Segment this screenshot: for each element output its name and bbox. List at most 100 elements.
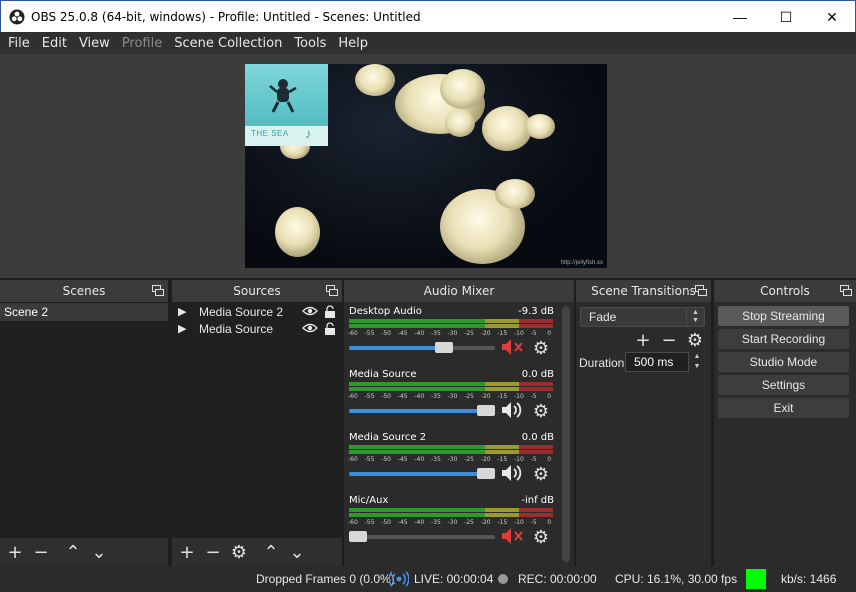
scale-tick-label: -15 — [497, 393, 508, 400]
float-dock-icon[interactable] — [840, 285, 852, 296]
channel-settings-gear-icon[interactable]: ⚙ — [532, 401, 550, 422]
scene-transitions-dock-title: Scene Transitions — [576, 280, 711, 302]
speaker-muted-icon[interactable] — [500, 526, 526, 546]
channel-db-readout: 0.0 dB — [521, 369, 554, 380]
menu-help[interactable]: Help — [332, 36, 374, 51]
float-dock-icon[interactable] — [695, 285, 707, 296]
mixer-scrollbar[interactable] — [562, 306, 570, 562]
scale-tick-label: -60 — [348, 330, 358, 337]
source-item[interactable]: ▶ Media Source 2 — [172, 303, 342, 320]
thumbnail-caption: THE SEA — [251, 129, 289, 138]
speaker-icon[interactable] — [500, 400, 526, 420]
speaker-icon[interactable] — [500, 463, 526, 483]
add-source-button[interactable]: + — [178, 542, 196, 563]
scale-tick-label: 0 — [547, 456, 552, 463]
channel-name: Mic/Aux — [349, 495, 389, 506]
menu-view[interactable]: View — [73, 36, 116, 51]
add-transition-button[interactable]: + — [634, 330, 652, 351]
channel-settings-gear-icon[interactable]: ⚙ — [532, 338, 550, 359]
sources-list[interactable]: ▶ Media Source 2 ▶ Media Source — [172, 302, 342, 538]
sources-title-label: Sources — [233, 284, 281, 298]
channel-name: Media Source — [349, 369, 417, 380]
start-recording-button[interactable]: Start Recording — [718, 329, 849, 349]
scale-tick-label: -50 — [381, 456, 391, 463]
transitions-body: Fade ▲ ▼ + − ⚙ Duration 500 ms ▲ ▼ — [576, 302, 711, 566]
add-scene-button[interactable]: + — [6, 542, 24, 563]
watermark: http://jellyfish.xx — [560, 260, 603, 266]
channel-settings-gear-icon[interactable]: ⚙ — [532, 527, 550, 548]
scale-tick-label: -40 — [414, 330, 425, 337]
duration-spinner[interactable]: ▲ ▼ — [690, 352, 704, 372]
title-bar: OBS 25.0.8 (64-bit, windows) - Profile: … — [0, 0, 856, 32]
minimize-button[interactable]: — — [717, 1, 763, 33]
move-up-button[interactable]: ⌃ — [64, 542, 82, 563]
menu-file[interactable]: File — [2, 36, 36, 51]
float-dock-icon[interactable] — [326, 285, 338, 296]
scale-tick-label: -15 — [497, 456, 508, 463]
volume-slider[interactable] — [349, 405, 495, 416]
scale-tick-label: -30 — [447, 456, 458, 463]
scale-tick-label: 0 — [547, 393, 552, 400]
scenes-toolbar: + − ⌃ ⌄ — [0, 538, 168, 566]
volume-slider-handle[interactable] — [477, 468, 495, 479]
source-item[interactable]: ▶ Media Source — [172, 320, 342, 337]
preview-area: THE SEA ♪ http://jellyfish.xx — [0, 54, 856, 278]
settings-button[interactable]: Settings — [718, 375, 849, 395]
volume-slider[interactable] — [349, 468, 495, 479]
scene-item[interactable]: Scene 2 — [0, 303, 168, 321]
close-button[interactable]: ✕ — [809, 1, 855, 33]
menu-edit[interactable]: Edit — [36, 36, 73, 51]
channel-settings-gear-icon[interactable]: ⚙ — [532, 464, 550, 485]
remove-source-button[interactable]: − — [204, 542, 222, 563]
record-indicator-icon — [498, 574, 508, 584]
scale-tick-label: -55 — [364, 456, 375, 463]
source-properties-gear-icon[interactable]: ⚙ — [230, 542, 248, 563]
scale-tick-label: -25 — [464, 519, 474, 526]
sources-toolbar: + − ⚙ ⌃ ⌄ — [172, 538, 342, 566]
play-icon: ▶ — [178, 323, 187, 335]
scenes-list[interactable]: Scene 2 — [0, 302, 168, 538]
visibility-eye-icon[interactable] — [302, 306, 318, 316]
move-up-button[interactable]: ⌃ — [262, 542, 280, 563]
remove-scene-button[interactable]: − — [32, 542, 50, 563]
volume-slider[interactable] — [349, 342, 495, 353]
mixer-channels: Desktop Audio -9.3 dB -60 -55 -50 -45 -40 -35 -3… — [344, 302, 574, 566]
visibility-eye-icon[interactable] — [302, 323, 318, 333]
move-down-button[interactable]: ⌄ — [90, 542, 108, 563]
media-thumbnail: THE SEA ♪ — [245, 64, 328, 146]
transition-select[interactable]: Fade ▲ ▼ — [580, 307, 705, 327]
scale-tick-label: -15 — [497, 519, 508, 526]
transition-selected-value: Fade — [589, 310, 617, 324]
meter-scale: -60 -55 -50 -45 -40 -35 -30 -25 -20 -15 -10 -5 0 — [348, 330, 558, 338]
menu-profile: Profile — [121, 35, 163, 51]
exit-button[interactable]: Exit — [718, 398, 849, 418]
volume-fill — [349, 472, 495, 476]
transition-properties-gear-icon[interactable]: ⚙ — [686, 330, 704, 351]
scale-tick-label: 0 — [547, 519, 552, 526]
volume-meter — [349, 382, 553, 391]
chevron-updown-icon: ▲ ▼ — [686, 308, 704, 326]
lock-icon[interactable] — [324, 322, 336, 335]
speaker-muted-icon[interactable] — [500, 337, 526, 357]
stop-streaming-button[interactable]: Stop Streaming — [718, 306, 849, 326]
scale-tick-label: -60 — [348, 456, 358, 463]
remove-transition-button[interactable]: − — [660, 330, 678, 351]
duration-input[interactable]: 500 ms — [625, 352, 689, 372]
studio-mode-button[interactable]: Studio Mode — [718, 352, 849, 372]
preview-canvas[interactable]: THE SEA ♪ http://jellyfish.xx — [245, 64, 607, 268]
scale-tick-label: -5 — [530, 393, 537, 400]
scale-tick-label: -10 — [514, 456, 524, 463]
menu-tools[interactable]: Tools — [288, 36, 332, 51]
volume-slider-handle[interactable] — [434, 342, 453, 353]
menu-scene-collection[interactable]: Scene Collection — [168, 36, 288, 51]
source-label: Media Source 2 — [199, 304, 284, 319]
volume-slider-handle[interactable] — [349, 531, 367, 542]
float-dock-icon[interactable] — [152, 285, 164, 296]
scale-tick-label: -45 — [397, 519, 408, 526]
volume-slider-handle[interactable] — [477, 405, 495, 416]
move-down-button[interactable]: ⌄ — [288, 542, 306, 563]
scale-tick-label: -35 — [431, 393, 441, 400]
lock-icon[interactable] — [324, 305, 336, 318]
maximize-button[interactable]: ☐ — [763, 1, 809, 33]
volume-slider[interactable] — [349, 531, 495, 542]
